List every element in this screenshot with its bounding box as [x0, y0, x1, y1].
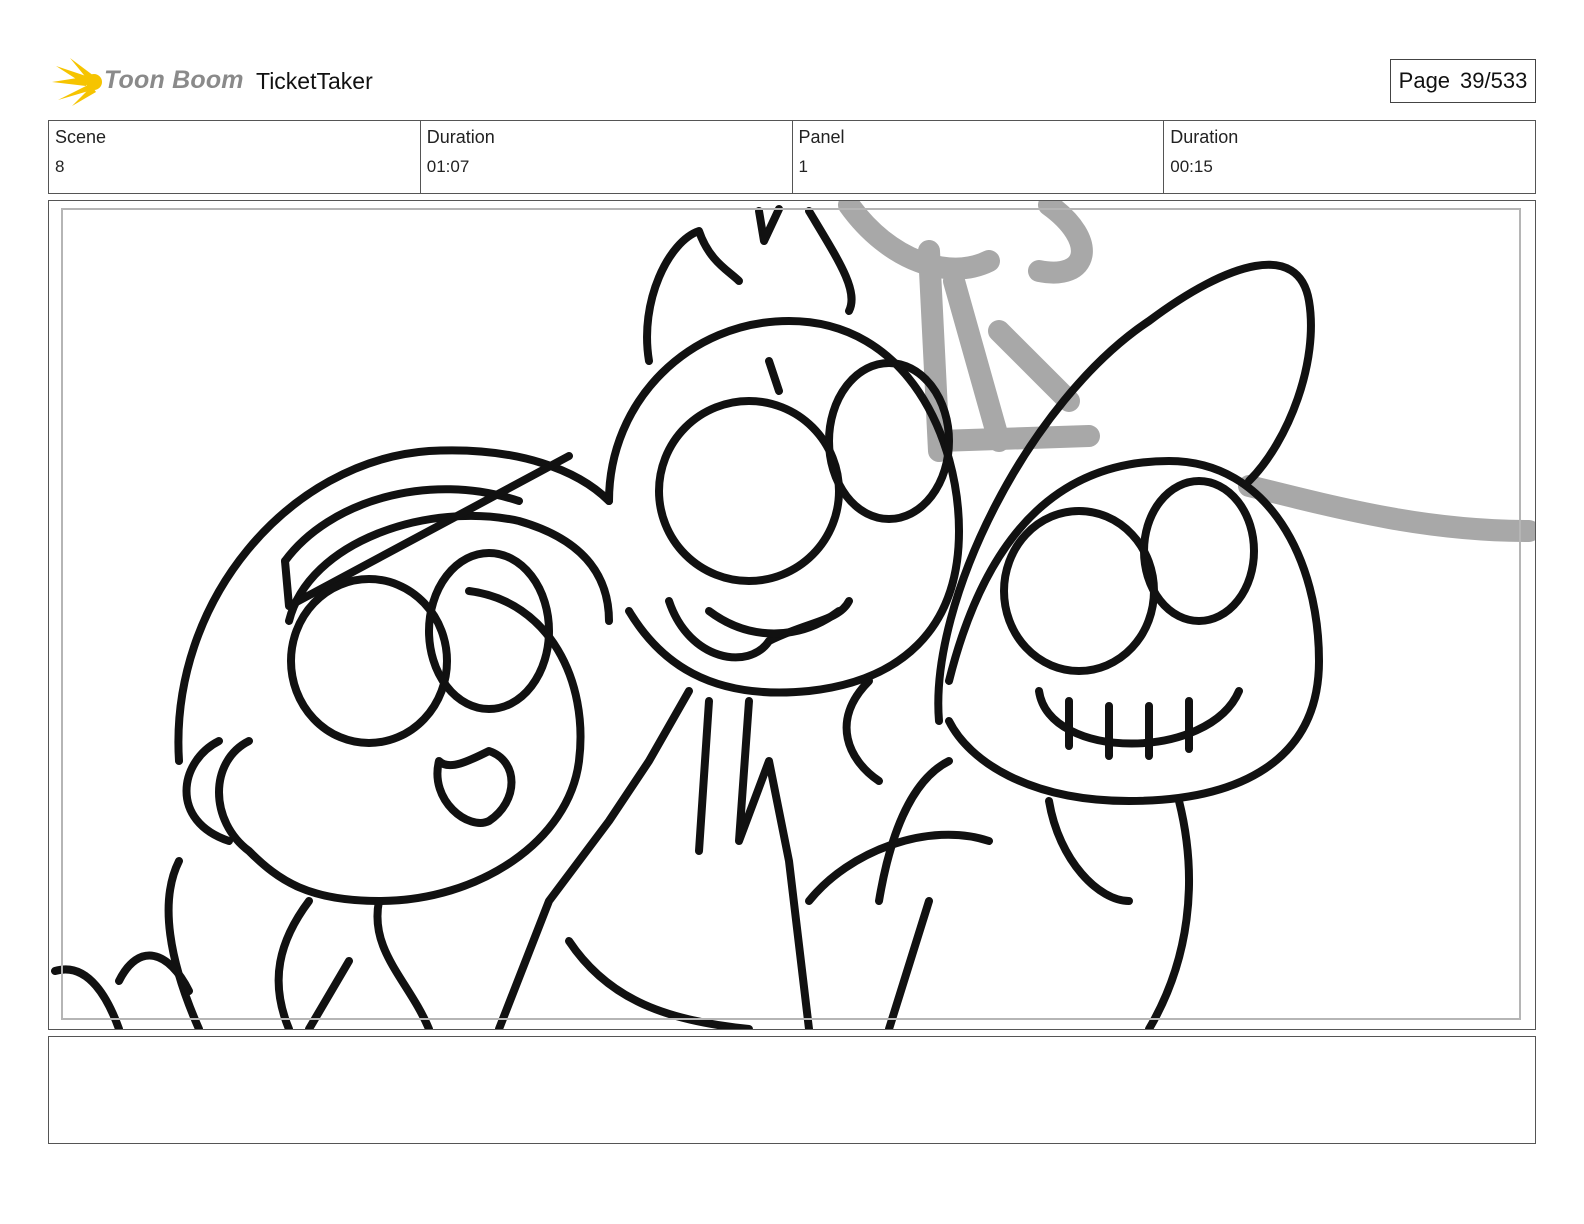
- scene-value: 8: [55, 157, 65, 176]
- logo-wordmark: Toon Boom: [104, 66, 244, 94]
- page-label: Page: [1398, 68, 1451, 93]
- storyboard-panel: [48, 200, 1536, 1030]
- panel-sketch: [51, 201, 1535, 1029]
- panel-info-table: Scene 8 Duration 01:07 Panel 1 Duration …: [48, 120, 1536, 194]
- scene-duration-value: 01:07: [426, 157, 470, 176]
- panel-cell: Panel 1: [793, 121, 1165, 193]
- panel-duration-label: Duration: [1170, 127, 1239, 147]
- page-indicator: Page 39/533: [1390, 59, 1536, 103]
- project-title: TicketTaker: [256, 68, 373, 94]
- scene-duration-cell: Duration 01:07: [421, 121, 793, 193]
- page-number: 39/533: [1460, 68, 1528, 93]
- panel-notes-area: [48, 1036, 1536, 1144]
- panel-duration-cell: Duration 00:15: [1164, 121, 1535, 193]
- panel-value: 1: [798, 157, 808, 176]
- scene-label: Scene: [55, 127, 107, 147]
- scene-duration-label: Duration: [426, 127, 495, 147]
- scene-cell: Scene 8: [49, 121, 421, 193]
- panel-duration-value: 00:15: [1170, 157, 1213, 176]
- panel-label: Panel: [798, 127, 845, 147]
